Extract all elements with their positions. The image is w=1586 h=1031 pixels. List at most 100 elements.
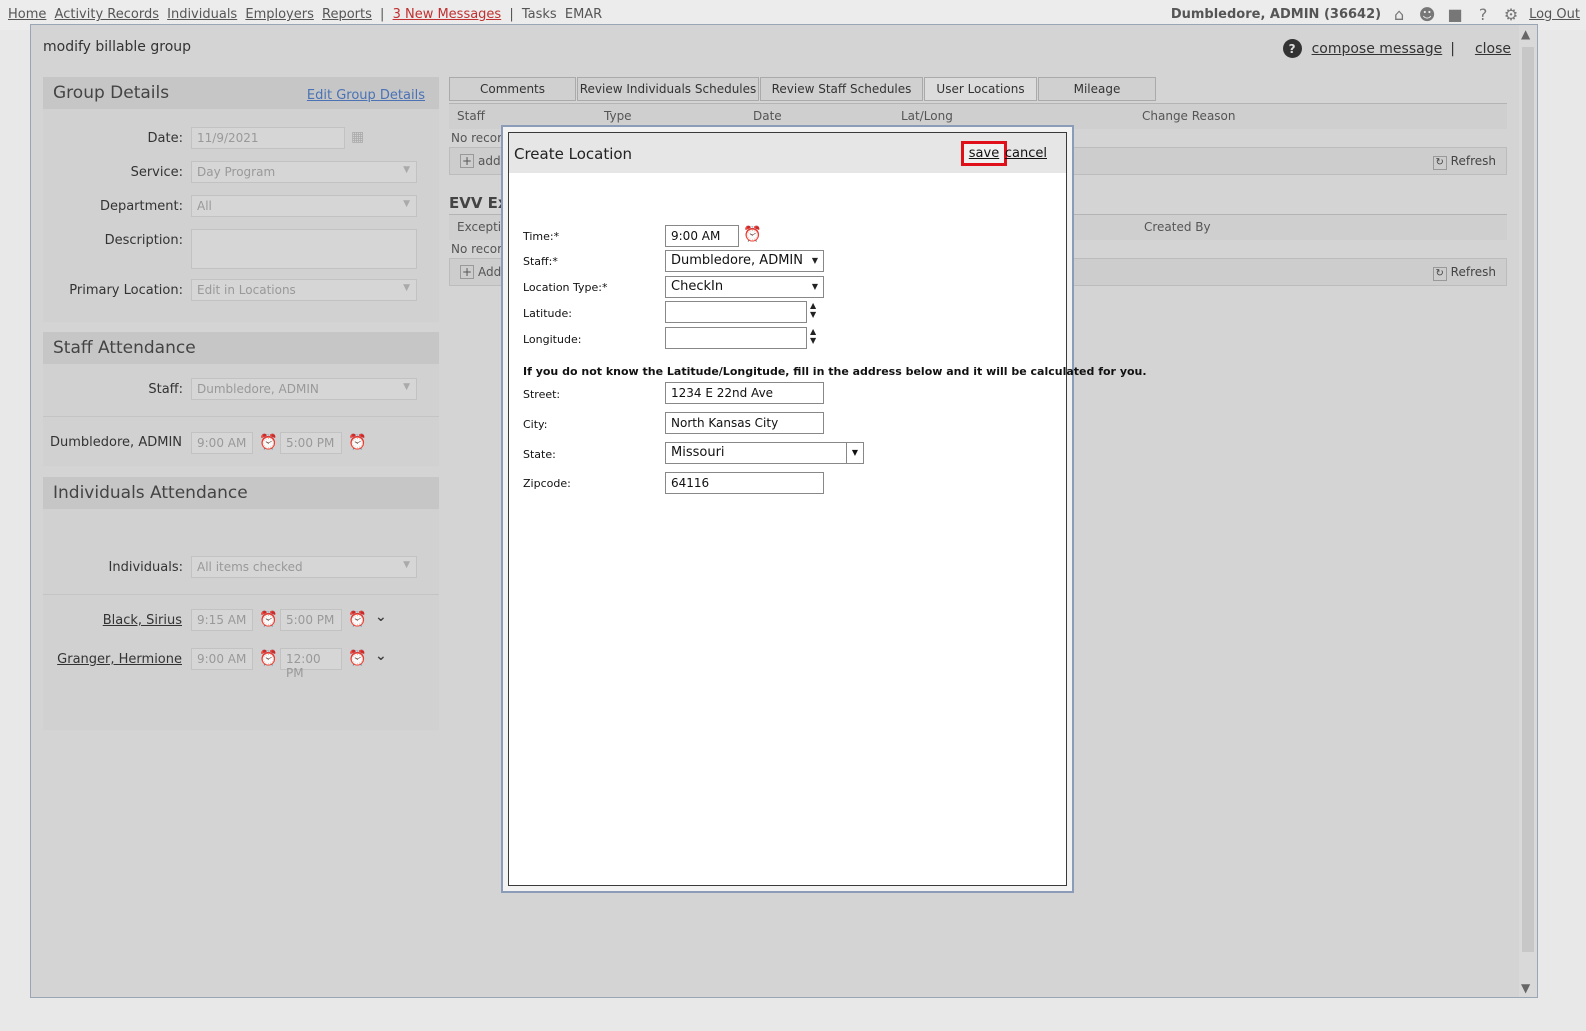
tab-bar: Comments Review Individuals Schedules Re… [449,77,1157,101]
staff-select[interactable]: Dumbledore, ADMIN ▼ [191,378,417,400]
divider [43,594,439,595]
longitude-input[interactable] [665,327,807,349]
refresh-button[interactable]: ↻ Refresh [1432,154,1496,170]
people-icon[interactable]: ☻ [1417,5,1437,24]
nav-home[interactable]: Home [8,7,46,22]
cancel-button[interactable]: cancel [1005,146,1047,161]
nav-individuals[interactable]: Individuals [167,7,237,22]
nav-messages[interactable]: 3 New Messages [393,7,502,22]
clock-icon[interactable]: ⏰ [259,433,278,451]
department-select[interactable]: All ▼ [191,195,417,217]
separator: | [1450,40,1455,57]
add-location-button[interactable]: + add [460,154,501,168]
col-staff[interactable]: Staff [457,109,485,123]
logout-link[interactable]: Log Out [1529,7,1580,22]
street-input[interactable]: 1234 E 22nd Ave [665,382,824,404]
col-change-reason[interactable]: Change Reason [1142,109,1236,123]
user-name: Dumbledore, ADMIN (36642) [1170,6,1382,22]
chevron-down-icon[interactable]: ▼ [846,442,863,464]
col-type[interactable]: Type [604,109,632,123]
individual-link-granger[interactable]: Granger, Hermione [57,652,182,667]
date-input[interactable]: 11/9/2021 [191,127,345,149]
city-input[interactable]: North Kansas City [665,412,824,434]
individual-time-in[interactable]: 9:00 AM [191,648,253,670]
scroll-up-icon[interactable]: ▲ [1521,27,1530,41]
individuals-select[interactable]: All items checked ▼ [191,556,417,578]
individuals-attendance-header: Individuals Attendance [43,477,439,509]
col-latlong[interactable]: Lat/Long [901,109,953,123]
nav-emar[interactable]: EMAR [565,7,602,22]
edit-group-details-link[interactable]: Edit Group Details [307,88,425,103]
latitude-input[interactable] [665,301,807,323]
location-type-select[interactable]: CheckIn ▼ [665,276,824,298]
refresh-button[interactable]: ↻ Refresh [1432,265,1496,281]
tab-review-individuals-schedules[interactable]: Review Individuals Schedules [577,77,759,101]
clock-icon[interactable]: ⏰ [348,433,367,451]
add-location-label: add [478,154,501,168]
scroll-down-icon[interactable]: ▼ [1521,981,1530,995]
nav-separator: | [380,7,385,22]
add-exception-button[interactable]: + Add [460,265,501,279]
zipcode-label: Zipcode: [523,477,571,490]
department-row: Department: All ▼ [43,195,439,219]
individual-time-out[interactable]: 5:00 PM [280,609,342,631]
individual-time-in[interactable]: 9:15 AM [191,609,253,631]
state-select[interactable]: Missouri ▼ [665,442,864,464]
description-textarea[interactable] [191,229,417,269]
clock-icon[interactable]: ⏰ [348,649,367,667]
calendar-icon[interactable]: ▦ [351,129,364,145]
tab-comments[interactable]: Comments [449,77,576,101]
latitude-spinner[interactable]: ▲ ▼ [810,301,816,319]
individual-time-out[interactable]: 12:00 PM [280,648,342,680]
nav-employers[interactable]: Employers [245,7,314,22]
top-nav-user: Dumbledore, ADMIN (36642) ⌂ ☻ ■ ? ⚙ Log … [1170,5,1580,24]
location-type-value: CheckIn [671,279,724,294]
save-button[interactable]: save [961,141,1007,166]
primary-location-label: Primary Location: [69,283,183,298]
dialog-body: Create Location save cancel Time:* 9:00 … [508,132,1147,886]
individuals-value: All items checked [197,560,303,574]
time-input[interactable]: 9:00 AM [665,225,739,247]
col-date[interactable]: Date [753,109,782,123]
clock-icon[interactable]: ⏰ [743,225,762,243]
compose-message-link[interactable]: compose message [1312,41,1443,57]
top-nav-links: Home Activity Records Individuals Employ… [8,7,606,22]
help-icon[interactable]: ? [1473,5,1493,24]
chevron-down-icon[interactable]: ⌄ [375,648,387,664]
latitude-label: Latitude: [523,307,572,320]
gear-icon[interactable]: ⚙ [1501,5,1521,24]
longitude-spinner[interactable]: ▲ ▼ [810,327,816,345]
modal-scrollbar[interactable]: ▲ ▼ [1519,25,1537,997]
refresh-icon: ↻ [1432,267,1447,281]
tab-mileage[interactable]: Mileage [1038,77,1156,101]
tab-review-staff-schedules[interactable]: Review Staff Schedules [760,77,923,101]
service-value: Day Program [197,165,276,179]
service-select[interactable]: Day Program ▼ [191,161,417,183]
zipcode-input[interactable]: 64116 [665,472,824,494]
primary-location-select[interactable]: Edit in Locations ▼ [191,279,417,301]
description-label: Description: [104,233,183,248]
chevron-down-icon[interactable]: ⌄ [375,609,387,625]
staff-time-out[interactable]: 5:00 PM [280,432,342,454]
plus-icon: + [460,154,474,168]
individual-link-black[interactable]: Black, Sirius [103,613,182,628]
briefcase-icon[interactable]: ■ [1445,5,1465,24]
nav-reports[interactable]: Reports [322,7,372,22]
home-icon[interactable]: ⌂ [1389,5,1409,24]
close-link[interactable]: close [1475,41,1511,57]
staff-select[interactable]: Dumbledore, ADMIN ▼ [665,250,824,272]
scroll-thumb[interactable] [1522,47,1534,952]
clock-icon[interactable]: ⏰ [259,610,278,628]
time-label: Time:* [523,230,560,243]
clock-icon[interactable]: ⏰ [348,610,367,628]
refresh-label: Refresh [1450,154,1496,168]
modal-title: modify billable group [43,39,192,55]
staff-time-in[interactable]: 9:00 AM [191,432,253,454]
nav-activity-records[interactable]: Activity Records [55,7,159,22]
tab-user-locations[interactable]: User Locations [924,77,1037,101]
nav-tasks[interactable]: Tasks [522,7,557,22]
help-icon[interactable]: ? [1282,39,1302,58]
staff-label: Staff:* [523,255,558,268]
clock-icon[interactable]: ⏰ [259,649,278,667]
col-created-by[interactable]: Created By [1144,220,1211,234]
